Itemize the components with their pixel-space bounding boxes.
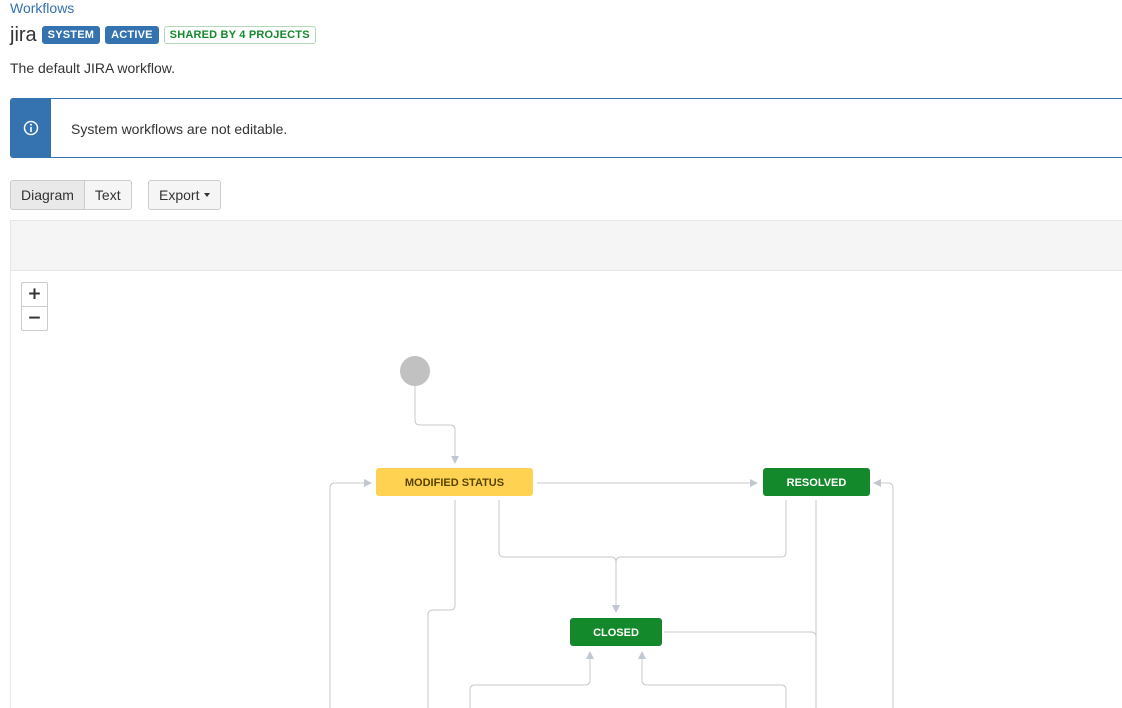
- status-resolved[interactable]: RESOLVED: [763, 468, 870, 496]
- status-modified-label: MODIFIED STATUS: [405, 477, 504, 489]
- workflow-page: Workflows jira SYSTEM ACTIVE SHARED BY 4…: [0, 0, 1122, 708]
- zoom-out-button[interactable]: −: [22, 307, 47, 330]
- status-modified[interactable]: MODIFIED STATUS: [376, 468, 533, 496]
- zoom-in-button[interactable]: +: [22, 283, 47, 307]
- transition-closed-right[interactable]: [664, 631, 817, 638]
- transition-resolved-to-closed[interactable]: [615, 500, 787, 563]
- transition-right-loop[interactable]: [873, 479, 894, 708]
- transition-to-closed-right[interactable]: [638, 651, 787, 708]
- workflow-diagram: MODIFIED STATUS RESOLVED CLOSED: [329, 356, 894, 708]
- transition-modified-to-closed[interactable]: [498, 500, 620, 613]
- status-closed-label: CLOSED: [593, 627, 639, 639]
- transition-left-loop[interactable]: [329, 479, 372, 708]
- initial-node[interactable]: [400, 356, 430, 386]
- transition-connectors: [329, 386, 894, 708]
- transition-modified-down[interactable]: [427, 500, 456, 708]
- transition-start-to-modified[interactable]: [414, 386, 459, 464]
- transition-to-closed-left[interactable]: [469, 651, 594, 708]
- zoom-controls: + −: [21, 282, 48, 331]
- status-resolved-label: RESOLVED: [787, 477, 847, 489]
- status-closed[interactable]: CLOSED: [570, 618, 662, 646]
